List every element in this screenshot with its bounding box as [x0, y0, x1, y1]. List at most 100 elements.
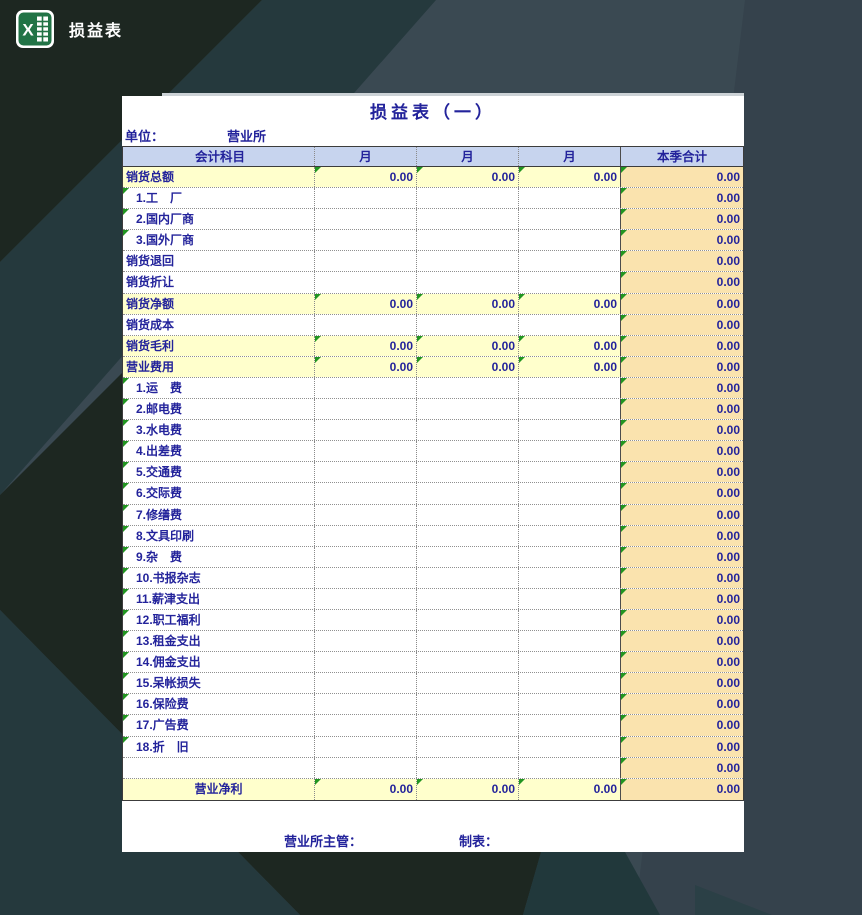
- total-cell[interactable]: 0.00: [621, 188, 743, 208]
- account-cell[interactable]: 17.广告费: [123, 715, 315, 735]
- month1-cell[interactable]: 0.00: [315, 336, 417, 356]
- account-cell[interactable]: 营业费用: [123, 357, 315, 377]
- month3-cell[interactable]: [519, 272, 621, 292]
- month1-cell[interactable]: [315, 547, 417, 567]
- month3-cell[interactable]: [519, 399, 621, 419]
- month2-cell[interactable]: [417, 378, 519, 398]
- month2-cell[interactable]: [417, 209, 519, 229]
- month2-cell[interactable]: [417, 526, 519, 546]
- month2-cell[interactable]: [417, 694, 519, 714]
- month1-cell[interactable]: [315, 378, 417, 398]
- month3-cell[interactable]: [519, 737, 621, 757]
- month2-cell[interactable]: [417, 673, 519, 693]
- header-account[interactable]: 会计科目: [123, 147, 315, 166]
- account-cell[interactable]: 销货毛利: [123, 336, 315, 356]
- month3-cell[interactable]: [519, 547, 621, 567]
- month2-cell[interactable]: 0.00: [417, 294, 519, 314]
- month2-cell[interactable]: 0.00: [417, 779, 519, 800]
- month3-cell[interactable]: [519, 526, 621, 546]
- month2-cell[interactable]: [417, 272, 519, 292]
- month1-cell[interactable]: [315, 251, 417, 271]
- month2-cell[interactable]: 0.00: [417, 336, 519, 356]
- month3-cell[interactable]: [519, 462, 621, 482]
- total-cell[interactable]: 0.00: [621, 483, 743, 503]
- month2-cell[interactable]: [417, 568, 519, 588]
- unit-value-cell[interactable]: 营业所: [227, 126, 266, 145]
- header-month3[interactable]: 月: [519, 147, 621, 166]
- account-cell[interactable]: 2.国内厂商: [123, 209, 315, 229]
- month2-cell[interactable]: [417, 505, 519, 525]
- month3-cell[interactable]: [519, 715, 621, 735]
- month1-cell[interactable]: [315, 758, 417, 778]
- account-cell[interactable]: 销货成本: [123, 315, 315, 335]
- month1-cell[interactable]: [315, 315, 417, 335]
- month1-cell[interactable]: 0.00: [315, 167, 417, 187]
- month2-cell[interactable]: [417, 188, 519, 208]
- total-cell[interactable]: 0.00: [621, 779, 743, 800]
- account-cell[interactable]: [123, 758, 315, 778]
- total-cell[interactable]: 0.00: [621, 462, 743, 482]
- month1-cell[interactable]: [315, 589, 417, 609]
- account-cell[interactable]: 9.杂 费: [123, 547, 315, 567]
- month3-cell[interactable]: 0.00: [519, 294, 621, 314]
- month1-cell[interactable]: [315, 673, 417, 693]
- month3-cell[interactable]: [519, 420, 621, 440]
- month1-cell[interactable]: [315, 399, 417, 419]
- total-cell[interactable]: 0.00: [621, 272, 743, 292]
- account-cell[interactable]: 6.交际费: [123, 483, 315, 503]
- month2-cell[interactable]: [417, 230, 519, 250]
- total-cell[interactable]: 0.00: [621, 758, 743, 778]
- month2-cell[interactable]: [417, 547, 519, 567]
- account-cell[interactable]: 13.租金支出: [123, 631, 315, 651]
- month3-cell[interactable]: [519, 378, 621, 398]
- month3-cell[interactable]: [519, 568, 621, 588]
- month1-cell[interactable]: [315, 230, 417, 250]
- month2-cell[interactable]: [417, 251, 519, 271]
- month3-cell[interactable]: [519, 758, 621, 778]
- month3-cell[interactable]: [519, 694, 621, 714]
- month3-cell[interactable]: [519, 230, 621, 250]
- month2-cell[interactable]: [417, 315, 519, 335]
- total-cell[interactable]: 0.00: [621, 694, 743, 714]
- month1-cell[interactable]: 0.00: [315, 357, 417, 377]
- month3-cell[interactable]: [519, 441, 621, 461]
- account-cell[interactable]: 11.薪津支出: [123, 589, 315, 609]
- month1-cell[interactable]: [315, 631, 417, 651]
- month1-cell[interactable]: [315, 610, 417, 630]
- month2-cell[interactable]: 0.00: [417, 357, 519, 377]
- account-cell[interactable]: 1.工 厂: [123, 188, 315, 208]
- total-cell[interactable]: 0.00: [621, 589, 743, 609]
- total-cell[interactable]: 0.00: [621, 505, 743, 525]
- month2-cell[interactable]: 0.00: [417, 167, 519, 187]
- total-cell[interactable]: 0.00: [621, 568, 743, 588]
- month2-cell[interactable]: [417, 758, 519, 778]
- month2-cell[interactable]: [417, 589, 519, 609]
- month1-cell[interactable]: [315, 272, 417, 292]
- month1-cell[interactable]: [315, 483, 417, 503]
- account-cell[interactable]: 销货退回: [123, 251, 315, 271]
- month2-cell[interactable]: [417, 610, 519, 630]
- month3-cell[interactable]: [519, 251, 621, 271]
- account-cell[interactable]: 5.交通费: [123, 462, 315, 482]
- month3-cell[interactable]: 0.00: [519, 167, 621, 187]
- month3-cell[interactable]: [519, 483, 621, 503]
- month3-cell[interactable]: 0.00: [519, 779, 621, 800]
- month3-cell[interactable]: [519, 315, 621, 335]
- account-cell[interactable]: 3.水电费: [123, 420, 315, 440]
- account-cell[interactable]: 销货净额: [123, 294, 315, 314]
- account-cell[interactable]: 8.文具印刷: [123, 526, 315, 546]
- account-cell[interactable]: 14.佣金支出: [123, 652, 315, 672]
- account-cell[interactable]: 4.出差费: [123, 441, 315, 461]
- total-cell[interactable]: 0.00: [621, 378, 743, 398]
- month3-cell[interactable]: [519, 188, 621, 208]
- total-cell[interactable]: 0.00: [621, 610, 743, 630]
- month1-cell[interactable]: [315, 737, 417, 757]
- total-cell[interactable]: 0.00: [621, 251, 743, 271]
- total-cell[interactable]: 0.00: [621, 230, 743, 250]
- month2-cell[interactable]: [417, 441, 519, 461]
- month1-cell[interactable]: [315, 462, 417, 482]
- account-cell[interactable]: 10.书报杂志: [123, 568, 315, 588]
- total-cell[interactable]: 0.00: [621, 441, 743, 461]
- excel-icon[interactable]: X: [16, 10, 54, 48]
- account-cell[interactable]: 营业净利: [123, 779, 315, 800]
